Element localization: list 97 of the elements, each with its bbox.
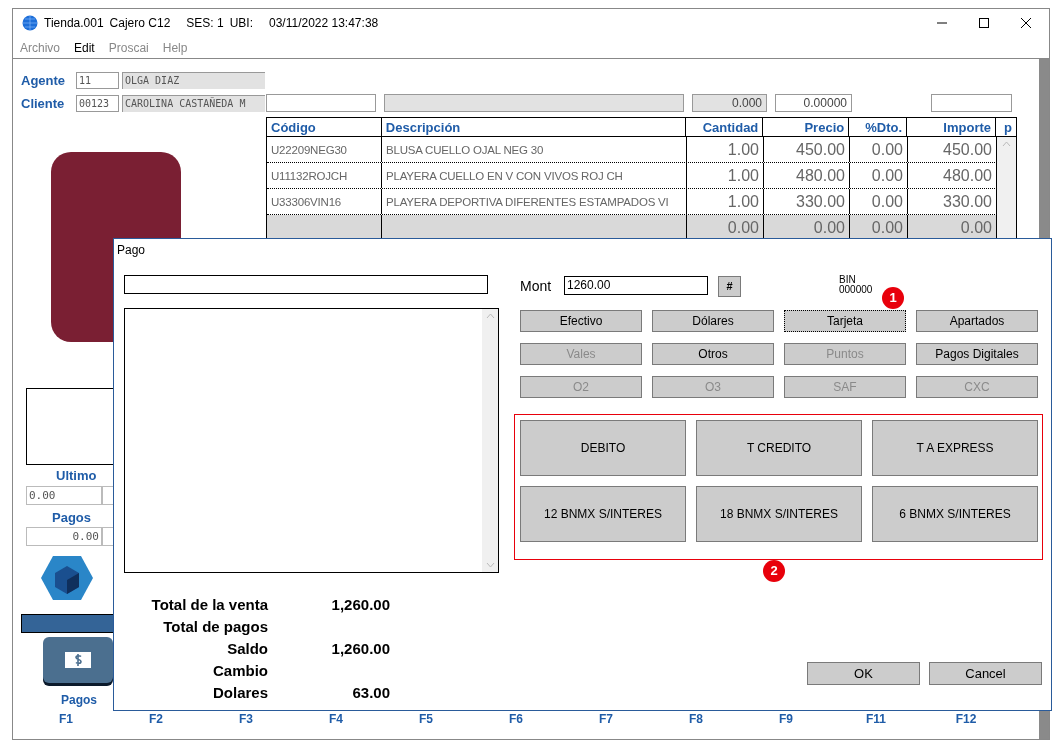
input-field[interactable]: 0.00000 [775,94,852,112]
table-cell: 1.00 [687,189,764,214]
dollar-icon [65,652,91,668]
dialog-button[interactable]: Cancel [929,662,1042,685]
table-cell: U11132ROJCH [267,163,382,188]
code-field[interactable]: 11 [76,72,119,89]
input-field[interactable] [266,94,376,112]
function-key-label[interactable]: F2 [111,710,201,728]
total-label: Cambio [212,661,268,682]
total-label: Dolares [211,683,268,704]
card-option-button[interactable]: 12 BNMX S/INTERES [520,486,686,542]
name-field: CAROLINA CASTAÑEDA M [122,95,265,112]
button-caption: Pagos [61,692,97,709]
caret-up-icon[interactable] [1002,141,1011,147]
table-cell: BLUSA CUELLO OJAL NEG 30 [382,137,687,162]
table-cell: PLAYERA CUELLO EN V CON VIVOS ROJ CH [382,163,687,188]
table-cell: 1.00 [687,137,764,162]
column-header: Importe [907,118,996,136]
caret-up-icon[interactable] [485,313,495,319]
column-header: %Dto. [849,118,908,136]
close-icon[interactable] [1020,17,1032,29]
column-header: p [1003,119,1013,136]
menu-item[interactable]: Edit [74,38,95,57]
dialog-button[interactable]: OK [807,662,920,685]
cube-logo-icon [39,554,95,602]
function-key-label[interactable]: F6 [471,710,561,728]
total-value: 1,260.00 [330,595,390,616]
hash-button[interactable]: # [718,276,741,297]
column-header: Código [267,118,382,136]
payment-method-button[interactable]: Dólares [652,310,774,332]
card-option-button[interactable]: 18 BNMX S/INTERES [696,486,862,542]
payment-method-button[interactable]: Apartados [916,310,1038,332]
window-title: Cajero C12 [109,15,171,32]
total-value: 63.00 [351,683,390,704]
field-label: Mont [520,277,553,296]
function-key-label[interactable]: F4 [291,710,381,728]
total-label: Total de pagos [162,617,268,638]
table-cell: 480.00 [764,163,850,188]
column-header: Precio [763,118,850,136]
input-field[interactable]: 0.000 [692,94,767,112]
annotation-marker: 2 [763,560,785,582]
code-field[interactable]: 00123 [76,95,119,112]
function-key-label[interactable]: F8 [651,710,741,728]
annotation-marker: 1 [882,287,904,309]
globe-icon [22,15,38,31]
table-cell: 0.00 [850,189,908,214]
payment-method-button[interactable]: Pagos Digitales [916,343,1038,365]
maximize-icon[interactable] [978,17,990,29]
dialog-title: Pago [117,243,146,257]
window-title: UBI: [229,15,253,32]
scrollbar[interactable] [997,137,1016,241]
input-field[interactable] [124,275,488,294]
function-key-label[interactable]: F3 [201,710,291,728]
table-cell: PLAYERA DEPORTIVA DIFERENTES ESTAMPADOS VI [382,189,687,214]
total-label: Saldo [226,639,268,660]
column-header: Descripción [381,118,687,136]
card-option-button[interactable]: 6 BNMX S/INTERES [872,486,1038,542]
table-cell: U22209NEG30 [267,137,382,162]
payments-button[interactable] [43,637,113,683]
card-option-button[interactable]: DEBITO [520,420,686,476]
payment-method-button[interactable]: Efectivo [520,310,642,332]
value-field: 0.00 [26,485,102,505]
field-label: Agente [21,71,67,90]
caret-down-icon[interactable] [485,562,495,568]
function-key-label[interactable]: F12 [921,710,1011,728]
column-header: Cantidad [686,118,764,136]
card-option-button[interactable]: T CREDITO [696,420,862,476]
payment-method-button[interactable]: Otros [652,343,774,365]
section-label: Ultimo [56,467,98,485]
window-title: Tienda.001 [44,15,104,32]
input-field[interactable] [384,94,684,112]
total-label: Total de la venta [150,595,268,616]
table-cell: 1.00 [687,163,764,188]
window-title: 03/11/2022 13:47:38 [269,15,379,32]
table-cell: 450.00 [764,137,850,162]
input-field[interactable] [931,94,1012,112]
payment-method-button[interactable]: Tarjeta [784,310,906,332]
table-cell: 0.00 [850,137,908,162]
amount-field[interactable]: 1260.00 [564,276,708,295]
total-value: 1,260.00 [330,639,390,660]
table-cell: 0.00 [850,163,908,188]
function-key-label[interactable]: F11 [831,710,921,728]
scrollbar[interactable] [482,309,498,572]
name-field: OLGA DIAZ [122,72,265,89]
field-label: Cliente [21,94,66,113]
window-title: SES: 1 [186,15,224,32]
table-cell: 330.00 [764,189,850,214]
card-option-button[interactable]: T A EXPRESS [872,420,1038,476]
section-label: Pagos [52,508,92,527]
function-key-label[interactable]: F7 [561,710,651,728]
function-key-label[interactable]: F5 [381,710,471,728]
value-field: 0.00 [26,527,102,546]
bin-value: 000000 [839,285,873,295]
table-cell: U33306VIN16 [267,189,382,214]
function-key-label[interactable]: F9 [741,710,831,728]
function-key-label[interactable]: F1 [21,710,111,728]
bin-label: BIN [839,275,857,285]
